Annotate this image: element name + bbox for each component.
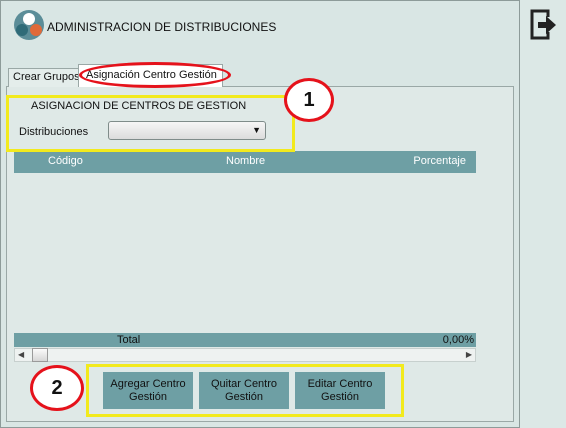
- horizontal-scrollbar[interactable]: ◀ ▶: [14, 348, 476, 362]
- annotation-badge-1: 1: [284, 78, 334, 122]
- highlight-box-distribuciones: [6, 95, 295, 152]
- tab-highlight-oval: [79, 62, 231, 88]
- annotation-badge-2: 2: [30, 365, 84, 411]
- grid-footer: Total 0,00%: [14, 333, 476, 347]
- highlight-box-buttons: [86, 364, 404, 417]
- grid-header: Código Nombre Porcentaje: [14, 151, 476, 173]
- right-panel: [519, 0, 566, 428]
- scrollbar-thumb[interactable]: [32, 348, 48, 362]
- scroll-right-icon[interactable]: ▶: [466, 350, 472, 359]
- exit-icon[interactable]: [530, 8, 558, 42]
- column-header-porcentaje[interactable]: Porcentaje: [413, 155, 466, 167]
- column-header-codigo[interactable]: Código: [48, 155, 83, 167]
- tab-crear-grupos[interactable]: Crear Grupos: [8, 68, 81, 87]
- page-title: ADMINISTRACION DE DISTRIBUCIONES: [47, 20, 277, 34]
- centros-grid: [14, 151, 476, 349]
- app-logo-icon: [12, 8, 46, 42]
- total-label: Total: [117, 334, 141, 346]
- scroll-left-icon[interactable]: ◀: [18, 350, 24, 359]
- column-header-nombre[interactable]: Nombre: [226, 155, 265, 167]
- total-value: 0,00%: [442, 334, 474, 346]
